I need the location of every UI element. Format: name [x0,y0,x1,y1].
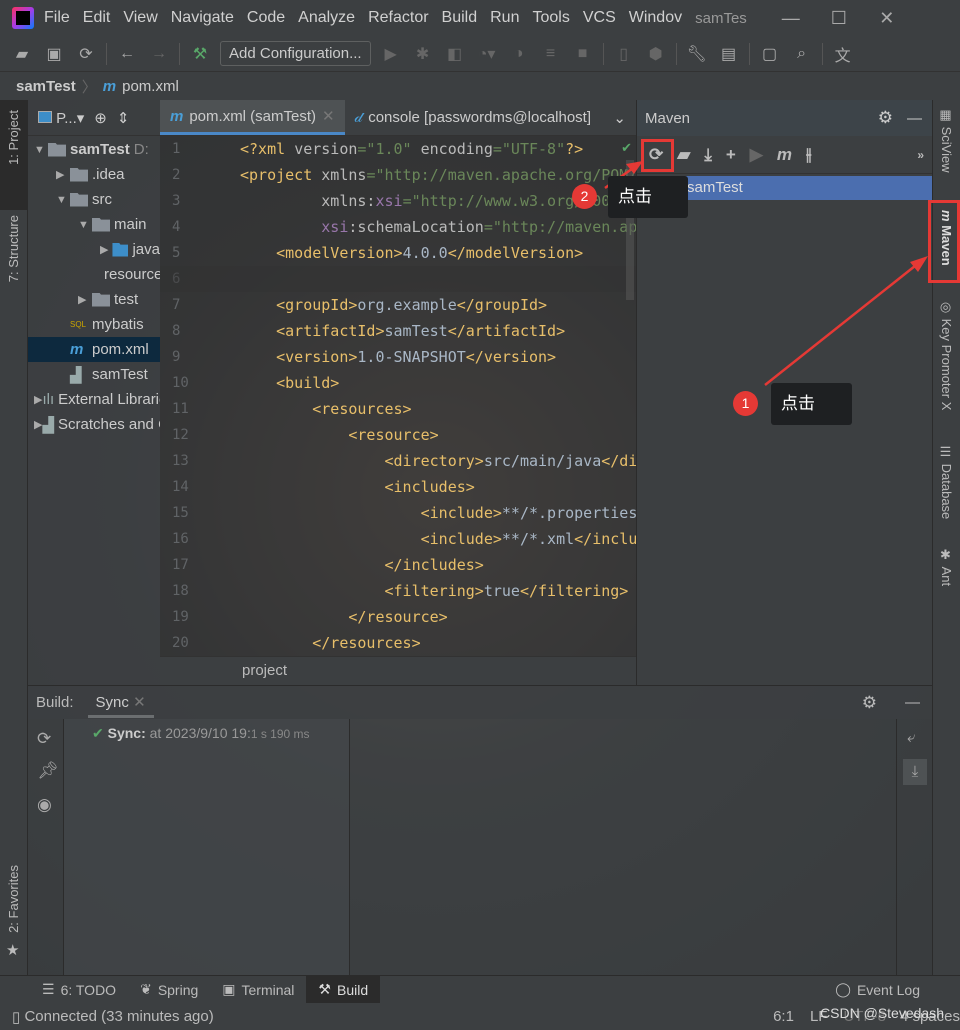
annotation-arrows [604,161,928,386]
arrow-1-head [910,256,928,272]
step-badge-1: 1 [733,391,758,416]
callout-label-2: 点击 [608,176,688,218]
highlight-maven-tab [928,200,960,283]
arrow-1 [764,261,921,386]
step-badge-2: 2 [572,184,597,209]
callout-label-1: 点击 [771,383,852,425]
highlight-reload-button [641,139,674,172]
